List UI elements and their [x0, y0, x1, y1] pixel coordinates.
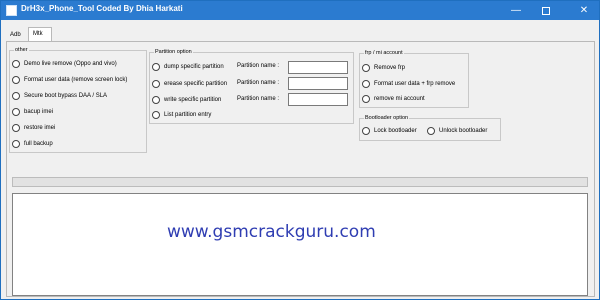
radio-format-user-data[interactable]: Format user data (remove screen lock): [12, 76, 127, 84]
radio-label: Demo live remove (Oppo and vivo): [24, 61, 117, 67]
radio-label: Unlock bootloader: [439, 128, 488, 134]
minimize-icon: —: [511, 5, 521, 16]
radio-label: Remove frp: [374, 65, 406, 71]
radio-label: dump specific partition: [164, 64, 224, 70]
radio-circle: [152, 63, 160, 71]
radio-unlock-bootloader[interactable]: Unlock bootloader: [427, 127, 487, 135]
radio-restore-imei[interactable]: restore imei: [12, 124, 55, 132]
radio-circle: [152, 96, 160, 104]
partition-name-input-erase[interactable]: [288, 77, 348, 90]
radio-remove-frp[interactable]: Remove frp: [362, 64, 405, 72]
radio-label: Secure boot bypass DAA / SLA: [24, 93, 108, 99]
partition-name-label: Partition name :: [237, 96, 280, 102]
radio-circle: [152, 80, 160, 88]
radio-circle: [362, 80, 370, 88]
window-title: DrH3x_Phone_Tool Coded By Dhia Harkati: [21, 4, 183, 13]
log-output-box[interactable]: [12, 193, 588, 296]
partition-name-label: Partition name :: [237, 63, 280, 69]
radio-label: List partition entry: [164, 112, 212, 118]
radio-label: remove mi account: [374, 96, 425, 102]
radio-label: erease specific partition: [164, 81, 228, 87]
radio-label: Lock bootloader: [374, 128, 417, 134]
radio-circle: [362, 64, 370, 72]
radio-circle: [12, 76, 20, 84]
progress-bar: [12, 177, 588, 187]
radio-demo-live-remove[interactable]: Demo live remove (Oppo and vivo): [12, 60, 117, 68]
minimize-button[interactable]: —: [501, 1, 531, 20]
partition-name-input-dump[interactable]: [288, 61, 348, 74]
tab-adb[interactable]: Adb: [6, 29, 28, 41]
radio-label: full backup: [24, 141, 53, 147]
radio-backup-imei[interactable]: bacup imei: [12, 108, 53, 116]
radio-label: Format user data (remove screen lock): [24, 77, 128, 83]
radio-list-partition[interactable]: List partition entry: [152, 111, 211, 119]
frp-group-title: frp / mi account: [365, 50, 403, 56]
close-icon: ✕: [579, 5, 589, 16]
radio-label: write specific partition: [164, 97, 222, 103]
title-bar: DrH3x_Phone_Tool Coded By Dhia Harkati —…: [1, 1, 599, 20]
radio-circle: [362, 127, 370, 135]
app-icon: [6, 5, 17, 16]
radio-label: bacup imei: [24, 109, 54, 115]
app-window: DrH3x_Phone_Tool Coded By Dhia Harkati —…: [0, 0, 600, 300]
radio-circle: [12, 108, 20, 116]
radio-remove-mi-account[interactable]: remove mi account: [362, 95, 425, 103]
radio-full-backup[interactable]: full backup: [12, 140, 53, 148]
tab-mtk[interactable]: Mtk: [28, 27, 52, 42]
log-text: www.gsmcrackguru.com: [167, 222, 376, 242]
radio-label: restore imei: [24, 125, 56, 131]
radio-erase-partition[interactable]: erease specific partition: [152, 80, 227, 88]
radio-circle: [12, 124, 20, 132]
other-group-title: other: [15, 47, 28, 53]
radio-secure-boot-bypass[interactable]: Secure boot bypass DAA / SLA: [12, 92, 107, 100]
radio-dump-partition[interactable]: dump specific partition: [152, 63, 224, 71]
radio-write-partition[interactable]: write specific partition: [152, 96, 221, 104]
radio-circle: [12, 92, 20, 100]
bootloader-group-title: Bootloader option: [365, 115, 409, 121]
radio-circle: [427, 127, 435, 135]
partition-name-label: Partition name :: [237, 80, 280, 86]
maximize-icon: [542, 6, 550, 15]
radio-lock-bootloader[interactable]: Lock bootloader: [362, 127, 417, 135]
radio-circle: [362, 95, 370, 103]
radio-circle: [12, 60, 20, 68]
maximize-button[interactable]: [531, 1, 561, 20]
radio-circle: [12, 140, 20, 148]
radio-circle: [152, 111, 160, 119]
close-button[interactable]: ✕: [569, 1, 599, 20]
radio-format-frp-remove[interactable]: Format user data + frp remove: [362, 80, 455, 88]
partition-name-input-write[interactable]: [288, 93, 348, 106]
radio-label: Format user data + frp remove: [374, 81, 456, 87]
partition-group-title: Partition option: [155, 49, 192, 55]
